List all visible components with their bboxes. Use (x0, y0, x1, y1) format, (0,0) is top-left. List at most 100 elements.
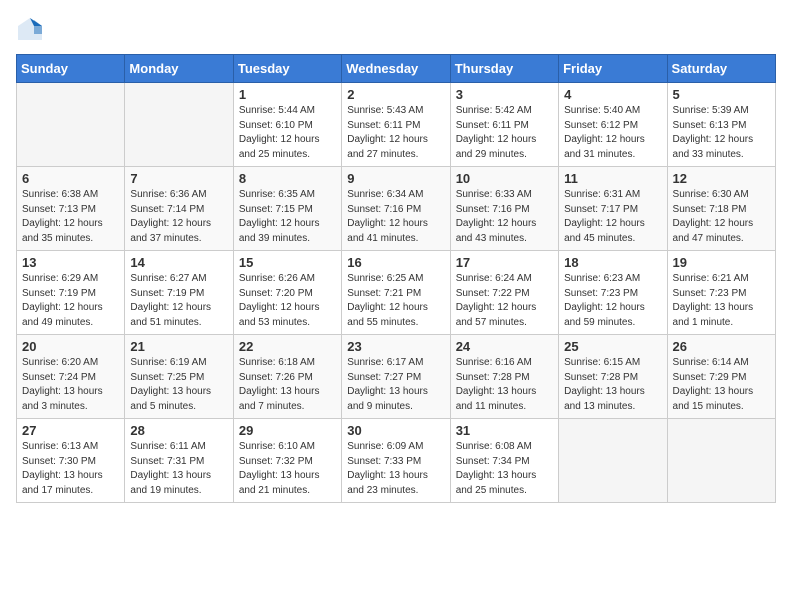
calendar-day-cell: 22 Sunrise: 6:18 AM Sunset: 7:26 PM Dayli… (233, 335, 341, 419)
day-number: 29 (239, 423, 336, 438)
day-number: 28 (130, 423, 227, 438)
calendar-day-cell: 17 Sunrise: 6:24 AM Sunset: 7:22 PM Dayli… (450, 251, 558, 335)
day-info-text: Sunrise: 6:35 AM Sunset: 7:15 PM Dayligh… (239, 188, 336, 246)
day-info-text: Sunrise: 6:34 AM Sunset: 7:16 PM Dayligh… (347, 188, 444, 246)
calendar-day-cell (125, 83, 233, 167)
day-of-week-header: Wednesday (342, 55, 450, 83)
calendar-week-row: 1 Sunrise: 5:44 AM Sunset: 6:10 PM Daylig… (17, 83, 776, 167)
day-of-week-header: Thursday (450, 55, 558, 83)
day-number: 26 (673, 339, 770, 354)
calendar-day-cell: 18Sunrise: 6:23 AM Sunset: 7:23 PM Dayli… (559, 251, 667, 335)
day-number: 12 (673, 171, 770, 186)
day-info-text: Sunrise: 6:27 AM Sunset: 7:19 PM Dayligh… (130, 272, 227, 330)
calendar-day-cell: 29 Sunrise: 6:10 AM Sunset: 7:32 PM Dayli… (233, 419, 341, 503)
day-number: 2 (347, 87, 444, 102)
calendar-day-cell: 11 Sunrise: 6:31 AM Sunset: 7:17 PM Dayli… (559, 167, 667, 251)
day-info-text: Sunrise: 6:33 AM Sunset: 7:16 PM Dayligh… (456, 188, 553, 246)
day-info-text: Sunrise: 6:16 AM Sunset: 7:28 PM Dayligh… (456, 356, 553, 414)
day-number: 15 (239, 255, 336, 270)
calendar-day-cell: 9 Sunrise: 6:34 AM Sunset: 7:16 PM Daylig… (342, 167, 450, 251)
day-info-text: Sunrise: 6:10 AM Sunset: 7:32 PM Dayligh… (239, 440, 336, 498)
day-info-text: Sunrise: 5:42 AM Sunset: 6:11 PM Dayligh… (456, 104, 553, 162)
day-number: 31 (456, 423, 553, 438)
page-header (16, 16, 776, 44)
day-number: 22 (239, 339, 336, 354)
calendar-day-cell: 21 Sunrise: 6:19 AM Sunset: 7:25 PM Dayli… (125, 335, 233, 419)
day-info-text: Sunrise: 6:24 AM Sunset: 7:22 PM Dayligh… (456, 272, 553, 330)
day-number: 19 (673, 255, 770, 270)
day-number: 1 (239, 87, 336, 102)
calendar-week-row: 6 Sunrise: 6:38 AM Sunset: 7:13 PM Daylig… (17, 167, 776, 251)
calendar-day-cell: 23 Sunrise: 6:17 AM Sunset: 7:27 PM Dayli… (342, 335, 450, 419)
day-info-text: Sunrise: 5:39 AM Sunset: 6:13 PM Dayligh… (673, 104, 770, 162)
day-number: 9 (347, 171, 444, 186)
day-info-text: Sunrise: 6:13 AM Sunset: 7:30 PM Dayligh… (22, 440, 119, 498)
day-of-week-header: Monday (125, 55, 233, 83)
day-number: 8 (239, 171, 336, 186)
day-info-text: Sunrise: 6:38 AM Sunset: 7:13 PM Dayligh… (22, 188, 119, 246)
day-info-text: Sunrise: 6:14 AM Sunset: 7:29 PM Dayligh… (673, 356, 770, 414)
day-info-text: Sunrise: 6:21 AM Sunset: 7:23 PM Dayligh… (673, 272, 770, 330)
day-info-text: Sunrise: 6:29 AM Sunset: 7:19 PM Dayligh… (22, 272, 119, 330)
day-info-text: Sunrise: 6:09 AM Sunset: 7:33 PM Dayligh… (347, 440, 444, 498)
day-number: 27 (22, 423, 119, 438)
day-info-text: Sunrise: 6:26 AM Sunset: 7:20 PM Dayligh… (239, 272, 336, 330)
day-info-text: Sunrise: 6:31 AM Sunset: 7:17 PM Dayligh… (564, 188, 661, 246)
calendar-day-cell: 14Sunrise: 6:27 AM Sunset: 7:19 PM Dayli… (125, 251, 233, 335)
day-number: 11 (564, 171, 661, 186)
day-info-text: Sunrise: 6:30 AM Sunset: 7:18 PM Dayligh… (673, 188, 770, 246)
calendar-day-cell: 13 Sunrise: 6:29 AM Sunset: 7:19 PM Dayli… (17, 251, 125, 335)
calendar-day-cell: 20Sunrise: 6:20 AM Sunset: 7:24 PM Dayli… (17, 335, 125, 419)
calendar-day-cell: 26 Sunrise: 6:14 AM Sunset: 7:29 PM Dayli… (667, 335, 775, 419)
calendar-header-row: SundayMondayTuesdayWednesdayThursdayFrid… (17, 55, 776, 83)
day-info-text: Sunrise: 6:25 AM Sunset: 7:21 PM Dayligh… (347, 272, 444, 330)
calendar-day-cell: 25 Sunrise: 6:15 AM Sunset: 7:28 PM Dayli… (559, 335, 667, 419)
day-number: 24 (456, 339, 553, 354)
day-of-week-header: Friday (559, 55, 667, 83)
day-number: 10 (456, 171, 553, 186)
day-info-text: Sunrise: 6:11 AM Sunset: 7:31 PM Dayligh… (130, 440, 227, 498)
day-number: 7 (130, 171, 227, 186)
day-of-week-header: Tuesday (233, 55, 341, 83)
day-info-text: Sunrise: 6:15 AM Sunset: 7:28 PM Dayligh… (564, 356, 661, 414)
day-info-text: Sunrise: 6:08 AM Sunset: 7:34 PM Dayligh… (456, 440, 553, 498)
calendar-day-cell: 1 Sunrise: 5:44 AM Sunset: 6:10 PM Daylig… (233, 83, 341, 167)
calendar-day-cell: 12 Sunrise: 6:30 AM Sunset: 7:18 PM Dayli… (667, 167, 775, 251)
day-number: 17 (456, 255, 553, 270)
calendar-day-cell: 27 Sunrise: 6:13 AM Sunset: 7:30 PM Dayli… (17, 419, 125, 503)
day-number: 23 (347, 339, 444, 354)
calendar-day-cell (559, 419, 667, 503)
day-number: 6 (22, 171, 119, 186)
logo (16, 16, 48, 44)
calendar-day-cell (17, 83, 125, 167)
calendar-day-cell: 15 Sunrise: 6:26 AM Sunset: 7:20 PM Dayli… (233, 251, 341, 335)
day-number: 30 (347, 423, 444, 438)
calendar-day-cell: 10 Sunrise: 6:33 AM Sunset: 7:16 PM Dayli… (450, 167, 558, 251)
day-number: 18 (564, 255, 661, 270)
day-info-text: Sunrise: 5:43 AM Sunset: 6:11 PM Dayligh… (347, 104, 444, 162)
calendar-day-cell: 4Sunrise: 5:40 AM Sunset: 6:12 PM Daylig… (559, 83, 667, 167)
day-info-text: Sunrise: 6:36 AM Sunset: 7:14 PM Dayligh… (130, 188, 227, 246)
day-info-text: Sunrise: 6:18 AM Sunset: 7:26 PM Dayligh… (239, 356, 336, 414)
day-of-week-header: Saturday (667, 55, 775, 83)
day-info-text: Sunrise: 6:17 AM Sunset: 7:27 PM Dayligh… (347, 356, 444, 414)
calendar-table: SundayMondayTuesdayWednesdayThursdayFrid… (16, 54, 776, 503)
day-number: 13 (22, 255, 119, 270)
day-number: 25 (564, 339, 661, 354)
day-number: 21 (130, 339, 227, 354)
day-info-text: Sunrise: 5:44 AM Sunset: 6:10 PM Dayligh… (239, 104, 336, 162)
calendar-day-cell: 2 Sunrise: 5:43 AM Sunset: 6:11 PM Daylig… (342, 83, 450, 167)
calendar-day-cell: 30 Sunrise: 6:09 AM Sunset: 7:33 PM Dayli… (342, 419, 450, 503)
calendar-week-row: 20Sunrise: 6:20 AM Sunset: 7:24 PM Dayli… (17, 335, 776, 419)
calendar-day-cell: 24 Sunrise: 6:16 AM Sunset: 7:28 PM Dayli… (450, 335, 558, 419)
calendar-week-row: 13 Sunrise: 6:29 AM Sunset: 7:19 PM Dayli… (17, 251, 776, 335)
day-number: 4 (564, 87, 661, 102)
day-number: 20 (22, 339, 119, 354)
calendar-day-cell: 16Sunrise: 6:25 AM Sunset: 7:21 PM Dayli… (342, 251, 450, 335)
calendar-day-cell: 6 Sunrise: 6:38 AM Sunset: 7:13 PM Daylig… (17, 167, 125, 251)
day-info-text: Sunrise: 6:19 AM Sunset: 7:25 PM Dayligh… (130, 356, 227, 414)
calendar-day-cell: 5Sunrise: 5:39 AM Sunset: 6:13 PM Daylig… (667, 83, 775, 167)
calendar-day-cell: 8 Sunrise: 6:35 AM Sunset: 7:15 PM Daylig… (233, 167, 341, 251)
calendar-day-cell: 3Sunrise: 5:42 AM Sunset: 6:11 PM Daylig… (450, 83, 558, 167)
calendar-week-row: 27 Sunrise: 6:13 AM Sunset: 7:30 PM Dayli… (17, 419, 776, 503)
